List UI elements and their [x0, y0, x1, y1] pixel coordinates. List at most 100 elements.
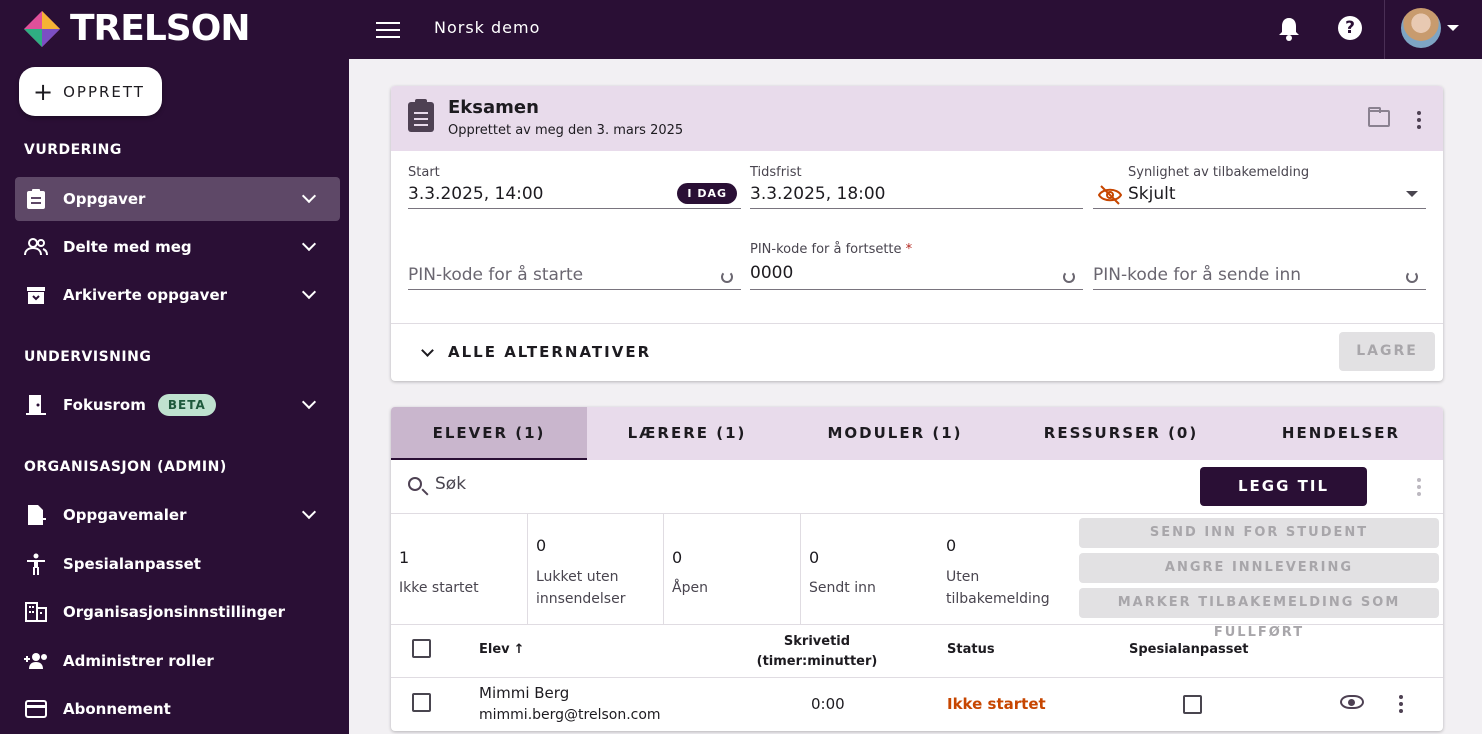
select-all-checkbox[interactable] — [412, 639, 431, 658]
save-button[interactable]: LAGRE — [1339, 332, 1435, 371]
pin-continue-field[interactable]: PIN-kode for å fortsette * 0000 — [750, 242, 1083, 290]
sidebar-item-oppgaver[interactable]: Oppgaver — [15, 177, 340, 221]
chevron-down-icon[interactable] — [301, 188, 317, 204]
column-label-sub: (timer:minutter) — [756, 654, 878, 669]
student-name[interactable]: Mimmi Berg — [479, 684, 569, 702]
row-checkbox[interactable] — [412, 693, 431, 712]
bell-icon[interactable] — [1277, 16, 1301, 42]
special-checkbox[interactable] — [1183, 695, 1202, 714]
visibility-value: Skjult — [1128, 184, 1176, 204]
start-field[interactable]: Start 3.3.2025, 14:00 I DAG — [408, 165, 741, 209]
chevron-down-icon[interactable] — [301, 394, 317, 410]
refresh-icon[interactable] — [1406, 271, 1418, 283]
pin-submit-placeholder: PIN-kode for å sende inn — [1093, 265, 1302, 285]
sidebar-item-organisasjonsinnstillinger[interactable]: Organisasjonsinnstillinger — [15, 590, 340, 634]
add-students-button[interactable]: LEGG TIL ELEVER — [1200, 467, 1367, 534]
help-icon[interactable]: ? — [1338, 16, 1362, 40]
assignment-title: Eksamen — [448, 97, 539, 118]
students-panel: ELEVER (1) LÆRERE (1) MODULER (1) RESSUR… — [391, 407, 1443, 731]
all-options-toggle[interactable]: ALLE ALTERNATIVER — [421, 343, 652, 361]
more-vert-icon[interactable] — [1417, 111, 1421, 132]
logo-mark-icon — [24, 10, 60, 47]
section-title-vurdering: VURDERING — [24, 142, 122, 158]
search-input[interactable] — [435, 474, 1135, 494]
sidebar-item-delte-med-meg[interactable]: Delte med meg — [15, 225, 340, 269]
organization-name: Norsk demo — [434, 18, 541, 37]
submit-for-student-button[interactable]: SEND INN FOR STUDENT — [1079, 518, 1439, 548]
more-vert-icon[interactable] — [1399, 695, 1403, 716]
undo-submission-button[interactable]: ANGRE INNLEVERING — [1079, 553, 1439, 583]
stat-without-feedback[interactable]: 0 Uten tilbakemelding — [938, 514, 1075, 625]
column-label: Elev — [479, 642, 510, 657]
chevron-down-icon[interactable] — [301, 504, 317, 520]
menu-icon[interactable] — [376, 18, 400, 40]
chevron-down-icon — [421, 343, 434, 357]
all-options-label: ALLE ALTERNATIVER — [448, 343, 652, 361]
stat-value: 1 — [399, 548, 410, 567]
create-button[interactable]: + OPPRETT — [19, 67, 162, 116]
pin-start-placeholder: PIN-kode for å starte — [408, 265, 584, 285]
sidebar-item-label: Fokusrom — [63, 396, 146, 414]
sidebar: + OPPRETT VURDERING Oppgaver Delte med m… — [0, 59, 349, 734]
column-header-writing-time[interactable]: Skrivetid (timer:minutter) — [737, 632, 897, 672]
stat-not-started[interactable]: 1 Ikke startet — [391, 514, 528, 625]
sidebar-item-oppgavemaler[interactable]: Oppgavemaler — [15, 493, 340, 537]
tab-hendelser[interactable]: HENDELSER — [1239, 407, 1443, 460]
people-icon — [24, 235, 48, 259]
divider — [391, 677, 1443, 678]
stat-submitted[interactable]: 0 Sendt inn — [801, 514, 938, 625]
tab-laerere[interactable]: LÆRERE (1) — [587, 407, 787, 460]
sidebar-item-spesialanpasset[interactable]: Spesialanpasset — [15, 542, 340, 586]
deadline-label: Tidsfrist — [750, 165, 802, 180]
sidebar-item-fokusrom[interactable]: Fokusrom BETA — [15, 383, 340, 427]
column-header-student[interactable]: Elev ↑ — [479, 642, 525, 657]
plus-icon: + — [33, 77, 54, 106]
caret-down-icon[interactable] — [1447, 25, 1459, 31]
sidebar-item-label: Abonnement — [63, 700, 171, 718]
assignment-subtitle: Opprettet av meg den 3. mars 2025 — [448, 123, 684, 138]
sidebar-item-arkiverte-oppgaver[interactable]: Arkiverte oppgaver — [15, 273, 340, 317]
refresh-icon[interactable] — [721, 271, 733, 283]
pin-start-field[interactable]: PIN-kode for å starte — [408, 246, 741, 290]
beta-badge: BETA — [157, 394, 216, 416]
pin-continue-value[interactable]: 0000 — [750, 263, 793, 283]
refresh-icon[interactable] — [1063, 271, 1075, 283]
sidebar-item-administrer-roller[interactable]: Administrer roller — [15, 639, 340, 683]
mark-feedback-complete-button[interactable]: MARKER TILBAKEMELDING SOM FULLFØRT — [1079, 588, 1439, 640]
trelson-logo[interactable]: TRELSON — [22, 8, 250, 49]
section-title-undervisning: UNDERVISNING — [24, 349, 152, 365]
dropdown-arrow-icon[interactable] — [1406, 191, 1418, 197]
deadline-value[interactable]: 3.3.2025, 18:00 — [750, 184, 886, 204]
sidebar-item-label: Administrer roller — [63, 652, 214, 670]
stat-label: Uten tilbakemelding — [946, 569, 1050, 607]
stat-closed-without-submission[interactable]: 0 Lukket uten innsendelser — [528, 514, 664, 625]
deadline-field[interactable]: Tidsfrist 3.3.2025, 18:00 — [750, 165, 1083, 209]
stat-value: 0 — [809, 548, 820, 567]
avatar[interactable] — [1401, 8, 1441, 48]
stat-label: Sendt inn — [809, 580, 876, 596]
chevron-down-icon[interactable] — [301, 236, 317, 252]
feedback-visibility-select[interactable]: Synlighet av tilbakemelding Skjult — [1093, 165, 1426, 209]
section-title-organisasjon: ORGANISASJON (ADMIN) — [24, 459, 227, 475]
column-header-status[interactable]: Status — [947, 642, 995, 657]
top-bar: TRELSON Norsk demo ? — [0, 0, 1482, 59]
eye-icon[interactable] — [1340, 695, 1364, 709]
column-label: Skrivetid — [783, 634, 851, 649]
tab-moduler[interactable]: MODULER (1) — [787, 407, 1003, 460]
tab-ressurser[interactable]: RESSURSER (0) — [1003, 407, 1239, 460]
pin-continue-label-text: PIN-kode for å fortsette — [750, 242, 902, 257]
student-email: mimmi.berg@trelson.com — [479, 707, 661, 723]
column-header-special[interactable]: Spesialanpasset — [1129, 642, 1249, 657]
folder-icon[interactable] — [1368, 107, 1390, 127]
start-value[interactable]: 3.3.2025, 14:00 — [408, 184, 544, 204]
card-header: Eksamen Opprettet av meg den 3. mars 202… — [391, 86, 1443, 151]
more-vert-icon[interactable] — [1417, 478, 1421, 499]
stat-open[interactable]: 0 Åpen — [664, 514, 801, 625]
writing-time: 0:00 — [811, 695, 845, 713]
chevron-down-icon[interactable] — [301, 284, 317, 300]
pin-submit-field[interactable]: PIN-kode for å sende inn — [1093, 246, 1426, 290]
sidebar-item-abonnement[interactable]: Abonnement — [15, 687, 340, 731]
template-icon — [24, 503, 48, 527]
arrow-up-icon: ↑ — [513, 642, 525, 657]
tab-elever[interactable]: ELEVER (1) — [391, 407, 587, 460]
